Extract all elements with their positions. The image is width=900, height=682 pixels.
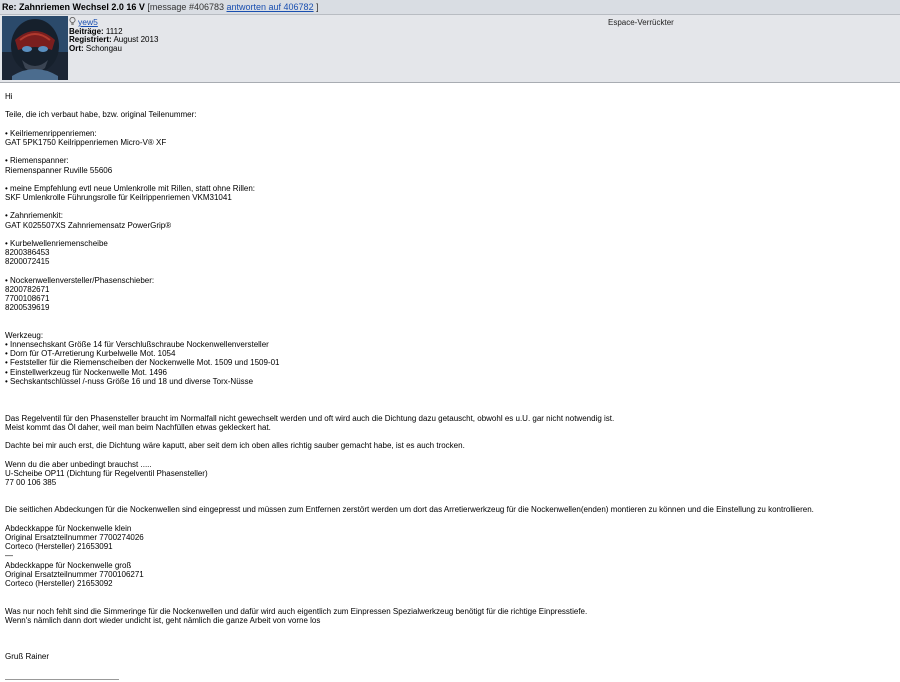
post-line: [5, 625, 895, 634]
post-line: Wenn's nämlich dann dort wieder undicht …: [5, 615, 321, 625]
post-line: • Keilriemenrippenriemen:: [5, 128, 97, 138]
post-line: Hi: [5, 92, 13, 101]
post-line: • meine Empfehlung evtl neue Umlenkrolle…: [5, 183, 256, 193]
avatar[interactable]: [2, 16, 68, 80]
post-line: 8200386453: [5, 248, 50, 258]
post-line: Die seitlichen Abdeckungen für die Nocke…: [5, 505, 814, 515]
post-line: [5, 101, 895, 110]
post-line: Dachte bei mir auch erst, die Dichtung w…: [5, 441, 465, 451]
user-info: yew5 Beiträge: 1112 Registriert: August …: [69, 17, 158, 53]
post-line: [5, 432, 895, 441]
post-line: [5, 120, 895, 129]
post-line: [5, 404, 895, 413]
post-line: 8200539619: [5, 303, 50, 313]
post-line: Das Regelventil für den Phasensteller br…: [5, 413, 615, 423]
post-line: • Dorn für OT-Arretierung Kurbelwelle Mo…: [5, 349, 176, 359]
post-line: [5, 322, 895, 331]
post-line: [5, 230, 895, 239]
post-line: [5, 267, 895, 276]
post-line: [5, 450, 895, 459]
post-line: SKF Umlenkrolle Führungsrolle für Keilri…: [5, 193, 232, 203]
post-line: [5, 202, 895, 211]
lightbulb-icon: [69, 17, 76, 25]
post-line: Teile, die ich verbaut habe, bzw. origin…: [5, 110, 197, 120]
post-line: • Sechskantschlüssel /-nuss Größe 16 und…: [5, 376, 254, 386]
post-line: 8200782671: [5, 284, 50, 294]
post-line: 7700108671: [5, 294, 50, 304]
message-id: [message #406783: [147, 2, 224, 12]
bracket-close: ]: [316, 2, 319, 12]
post-line: —: [5, 551, 13, 561]
post-line: Gruß Rainer: [5, 652, 50, 662]
post-body: Hi Teile, die ich verbaut habe, bzw. orig…: [5, 92, 895, 662]
post-line: • Riemenspanner:: [5, 156, 69, 166]
post-line: Corteco (Hersteller) 21653092: [5, 578, 113, 588]
post-line: [5, 313, 895, 322]
post-line: Abdeckkappe für Nockenwelle klein: [5, 523, 132, 533]
post-line: [5, 634, 895, 643]
post-line: U-Scheibe OP11 (Dichtung für Regelventil…: [5, 468, 208, 478]
user-rank: Espace-Verrückter: [608, 18, 674, 27]
post-line: [5, 515, 895, 524]
post-line: • Zahnriemenkit:: [5, 211, 63, 221]
post-line: [5, 395, 895, 404]
author-header: yew5 Beiträge: 1112 Registriert: August …: [0, 15, 900, 83]
location-label: Ort:: [69, 43, 84, 53]
post-title: Re: Zahnriemen Wechsel 2.0 16 V: [2, 2, 145, 12]
post-line: 8200072415: [5, 257, 50, 267]
post-line: [5, 175, 895, 184]
post-line: [5, 496, 895, 505]
post-title-bar: Re: Zahnriemen Wechsel 2.0 16 V [message…: [0, 0, 900, 15]
post-line: [5, 386, 895, 395]
post-line: • Feststeller für die Riemenscheiben der…: [5, 358, 280, 368]
post-line: [5, 643, 895, 652]
post-line: Original Ersatzteilnummer 7700274026: [5, 533, 144, 542]
post-line: Werkzeug:: [5, 330, 44, 340]
post-line: [5, 147, 895, 156]
post-line: Wenn du die aber unbedingt brauchst ....…: [5, 459, 152, 469]
reply-to-link[interactable]: antworten auf 406782: [227, 2, 314, 12]
post-line: GAT 5PK1750 Keilrippenriemen Micro-V® XF: [5, 137, 167, 147]
location-value: Schongau: [85, 43, 122, 53]
post-line: Meist kommt das Öl daher, weil man beim …: [5, 422, 271, 432]
post-line: • Innensechskant Größe 14 für Verschlußs…: [5, 340, 269, 350]
post-line: [5, 597, 895, 606]
post-line: [5, 487, 895, 496]
post-line: Abdeckkappe für Nockenwelle groß: [5, 560, 132, 570]
post-line: 77 00 106 385: [5, 477, 57, 487]
post-line: • Kurbelwellenriemenscheibe: [5, 239, 108, 248]
post-line: Original Ersatzteilnummer 7700106271: [5, 569, 144, 579]
author-name-link[interactable]: yew5: [78, 17, 98, 27]
post-line: Corteco (Hersteller) 21653091: [5, 542, 113, 552]
post-line: Was nur noch fehlt sind die Simmeringe f…: [5, 606, 588, 616]
signature-divider: [5, 679, 119, 680]
post-line: • Einstellwerkzeug für Nockenwelle Mot. …: [5, 367, 167, 377]
post-line: [5, 588, 895, 597]
post-line: Riemenspanner Ruville 55606: [5, 165, 113, 175]
post-line: • Nockenwellenversteller/Phasenschieber:: [5, 275, 155, 285]
post-line: GAT K025507XS Zahnriemensatz PowerGrip®: [5, 220, 172, 230]
